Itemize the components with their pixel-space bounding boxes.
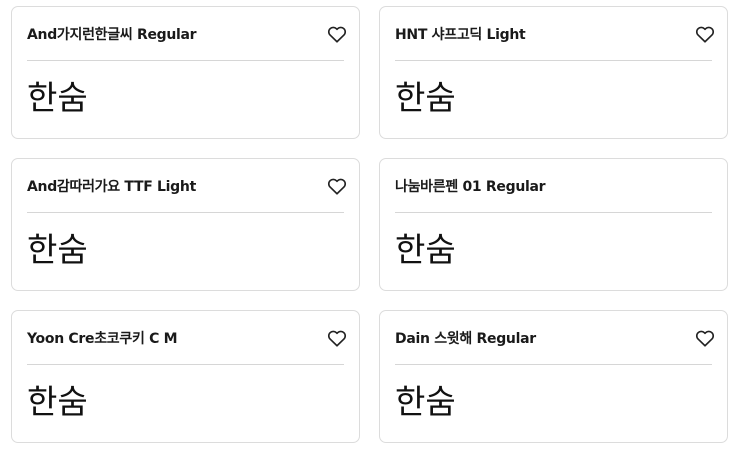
font-card-grid: And가지런한글씨 Regular 한숨 HNT 샤프고딕 Light 한숨 A… <box>11 6 729 443</box>
font-name[interactable]: Dain 스윗해 Regular <box>395 328 536 348</box>
font-card[interactable]: And감따러가요 TTF Light 한숨 <box>11 158 360 291</box>
font-card[interactable]: Dain 스윗해 Regular 한숨 <box>379 310 728 443</box>
font-name[interactable]: And가지런한글씨 Regular <box>27 24 197 44</box>
font-preview-text: 한숨 <box>395 230 456 269</box>
font-card-header: And감따러가요 TTF Light <box>27 159 347 213</box>
heart-icon[interactable] <box>326 327 348 349</box>
font-card-header: Dain 스윗해 Regular <box>395 311 715 365</box>
heart-icon[interactable] <box>694 23 716 45</box>
font-card-header: And가지런한글씨 Regular <box>27 7 347 61</box>
font-card[interactable]: HNT 샤프고딕 Light 한숨 <box>379 6 728 139</box>
font-card-header: 나눔바른펜 01 Regular <box>395 159 712 213</box>
font-preview-text: 한숨 <box>27 230 88 269</box>
font-card[interactable]: Yoon Cre초코쿠키 C M 한숨 <box>11 310 360 443</box>
font-name[interactable]: Yoon Cre초코쿠키 C M <box>27 328 178 348</box>
font-card-header: HNT 샤프고딕 Light <box>395 7 715 61</box>
font-preview-text: 한숨 <box>27 78 88 117</box>
font-card[interactable]: 나눔바른펜 01 Regular 한숨 <box>379 158 728 291</box>
font-name[interactable]: HNT 샤프고딕 Light <box>395 24 526 44</box>
heart-icon[interactable] <box>694 327 716 349</box>
font-card[interactable]: And가지런한글씨 Regular 한숨 <box>11 6 360 139</box>
font-preview-text: 한숨 <box>27 382 88 421</box>
font-preview-text: 한숨 <box>395 382 456 421</box>
font-name[interactable]: And감따러가요 TTF Light <box>27 176 196 196</box>
font-preview-text: 한숨 <box>395 78 456 117</box>
heart-icon[interactable] <box>326 175 348 197</box>
font-card-header: Yoon Cre초코쿠키 C M <box>27 311 347 365</box>
heart-icon[interactable] <box>326 23 348 45</box>
font-name[interactable]: 나눔바른펜 01 Regular <box>395 176 546 196</box>
